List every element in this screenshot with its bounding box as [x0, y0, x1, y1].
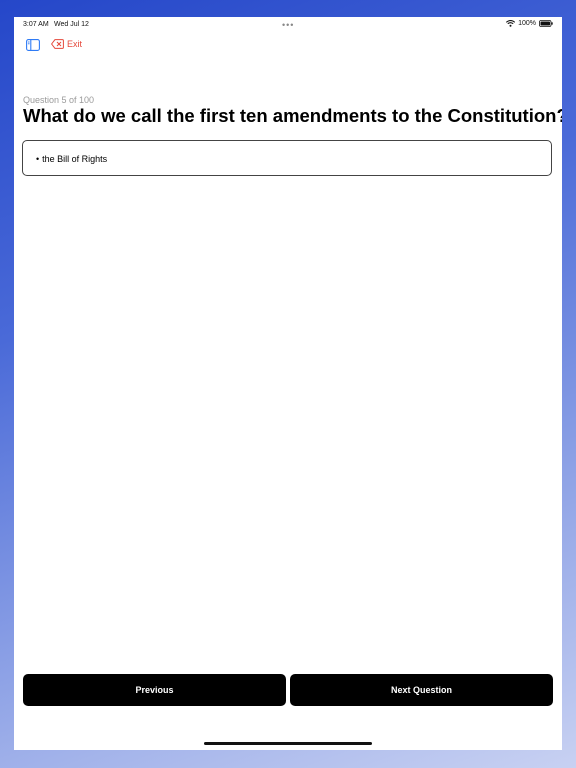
previous-button[interactable]: Previous	[23, 674, 286, 706]
multitasking-dots-icon[interactable]: •••	[282, 20, 294, 30]
home-indicator[interactable]	[204, 742, 372, 745]
toolbar: Exit	[14, 37, 562, 53]
status-indicators: 100%	[506, 20, 553, 27]
next-question-button[interactable]: Next Question	[290, 674, 553, 706]
exit-label: Exit	[67, 39, 83, 49]
bullet-icon: •	[36, 154, 40, 164]
wifi-icon	[506, 20, 516, 27]
answer-text: the Bill of Rights	[42, 154, 108, 164]
delete-left-icon	[51, 39, 64, 49]
status-bar: 3:07 AM Wed Jul 12 ••• 100%	[14, 17, 562, 33]
sidebar-toggle-button[interactable]	[26, 38, 40, 51]
question-title: What do we call the first ten amendments…	[23, 105, 562, 126]
sidebar-icon	[26, 39, 40, 51]
question-counter: Question 5 of 100	[23, 95, 95, 105]
app-window: 3:07 AM Wed Jul 12 ••• 100% Exit Questio…	[14, 17, 562, 750]
battery-percent: 100%	[518, 20, 536, 27]
answer-box: • the Bill of Rights	[22, 140, 552, 176]
status-date: Wed Jul 12	[54, 21, 89, 28]
status-time: 3:07 AM	[23, 21, 49, 28]
battery-icon	[539, 20, 553, 27]
list-item: • the Bill of Rights	[36, 154, 107, 164]
exit-button[interactable]: Exit	[51, 37, 82, 51]
